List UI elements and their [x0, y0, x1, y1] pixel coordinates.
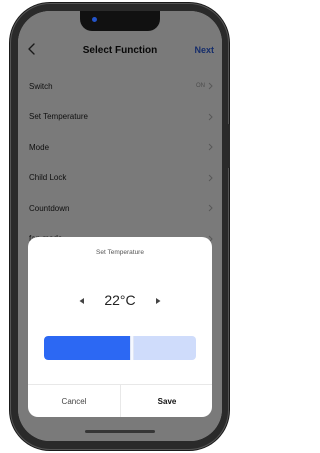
slider-fill [44, 336, 131, 360]
temperature-slider[interactable] [44, 336, 196, 360]
set-temperature-dialog: Set Temperature 22°C Cancel Save [28, 237, 212, 417]
dialog-title: Set Temperature [96, 249, 144, 256]
cancel-button[interactable]: Cancel [28, 385, 120, 417]
temperature-value: 22°C [104, 292, 136, 308]
notch [80, 11, 160, 31]
home-indicator [85, 430, 155, 433]
side-button [227, 124, 230, 168]
increase-arrow-icon[interactable] [154, 297, 162, 305]
app-screen: Select Function Next Switch ON Set Tempe… [18, 11, 222, 441]
camera-icon [92, 17, 97, 22]
save-button[interactable]: Save [121, 385, 212, 417]
slider-handle[interactable] [130, 336, 134, 360]
